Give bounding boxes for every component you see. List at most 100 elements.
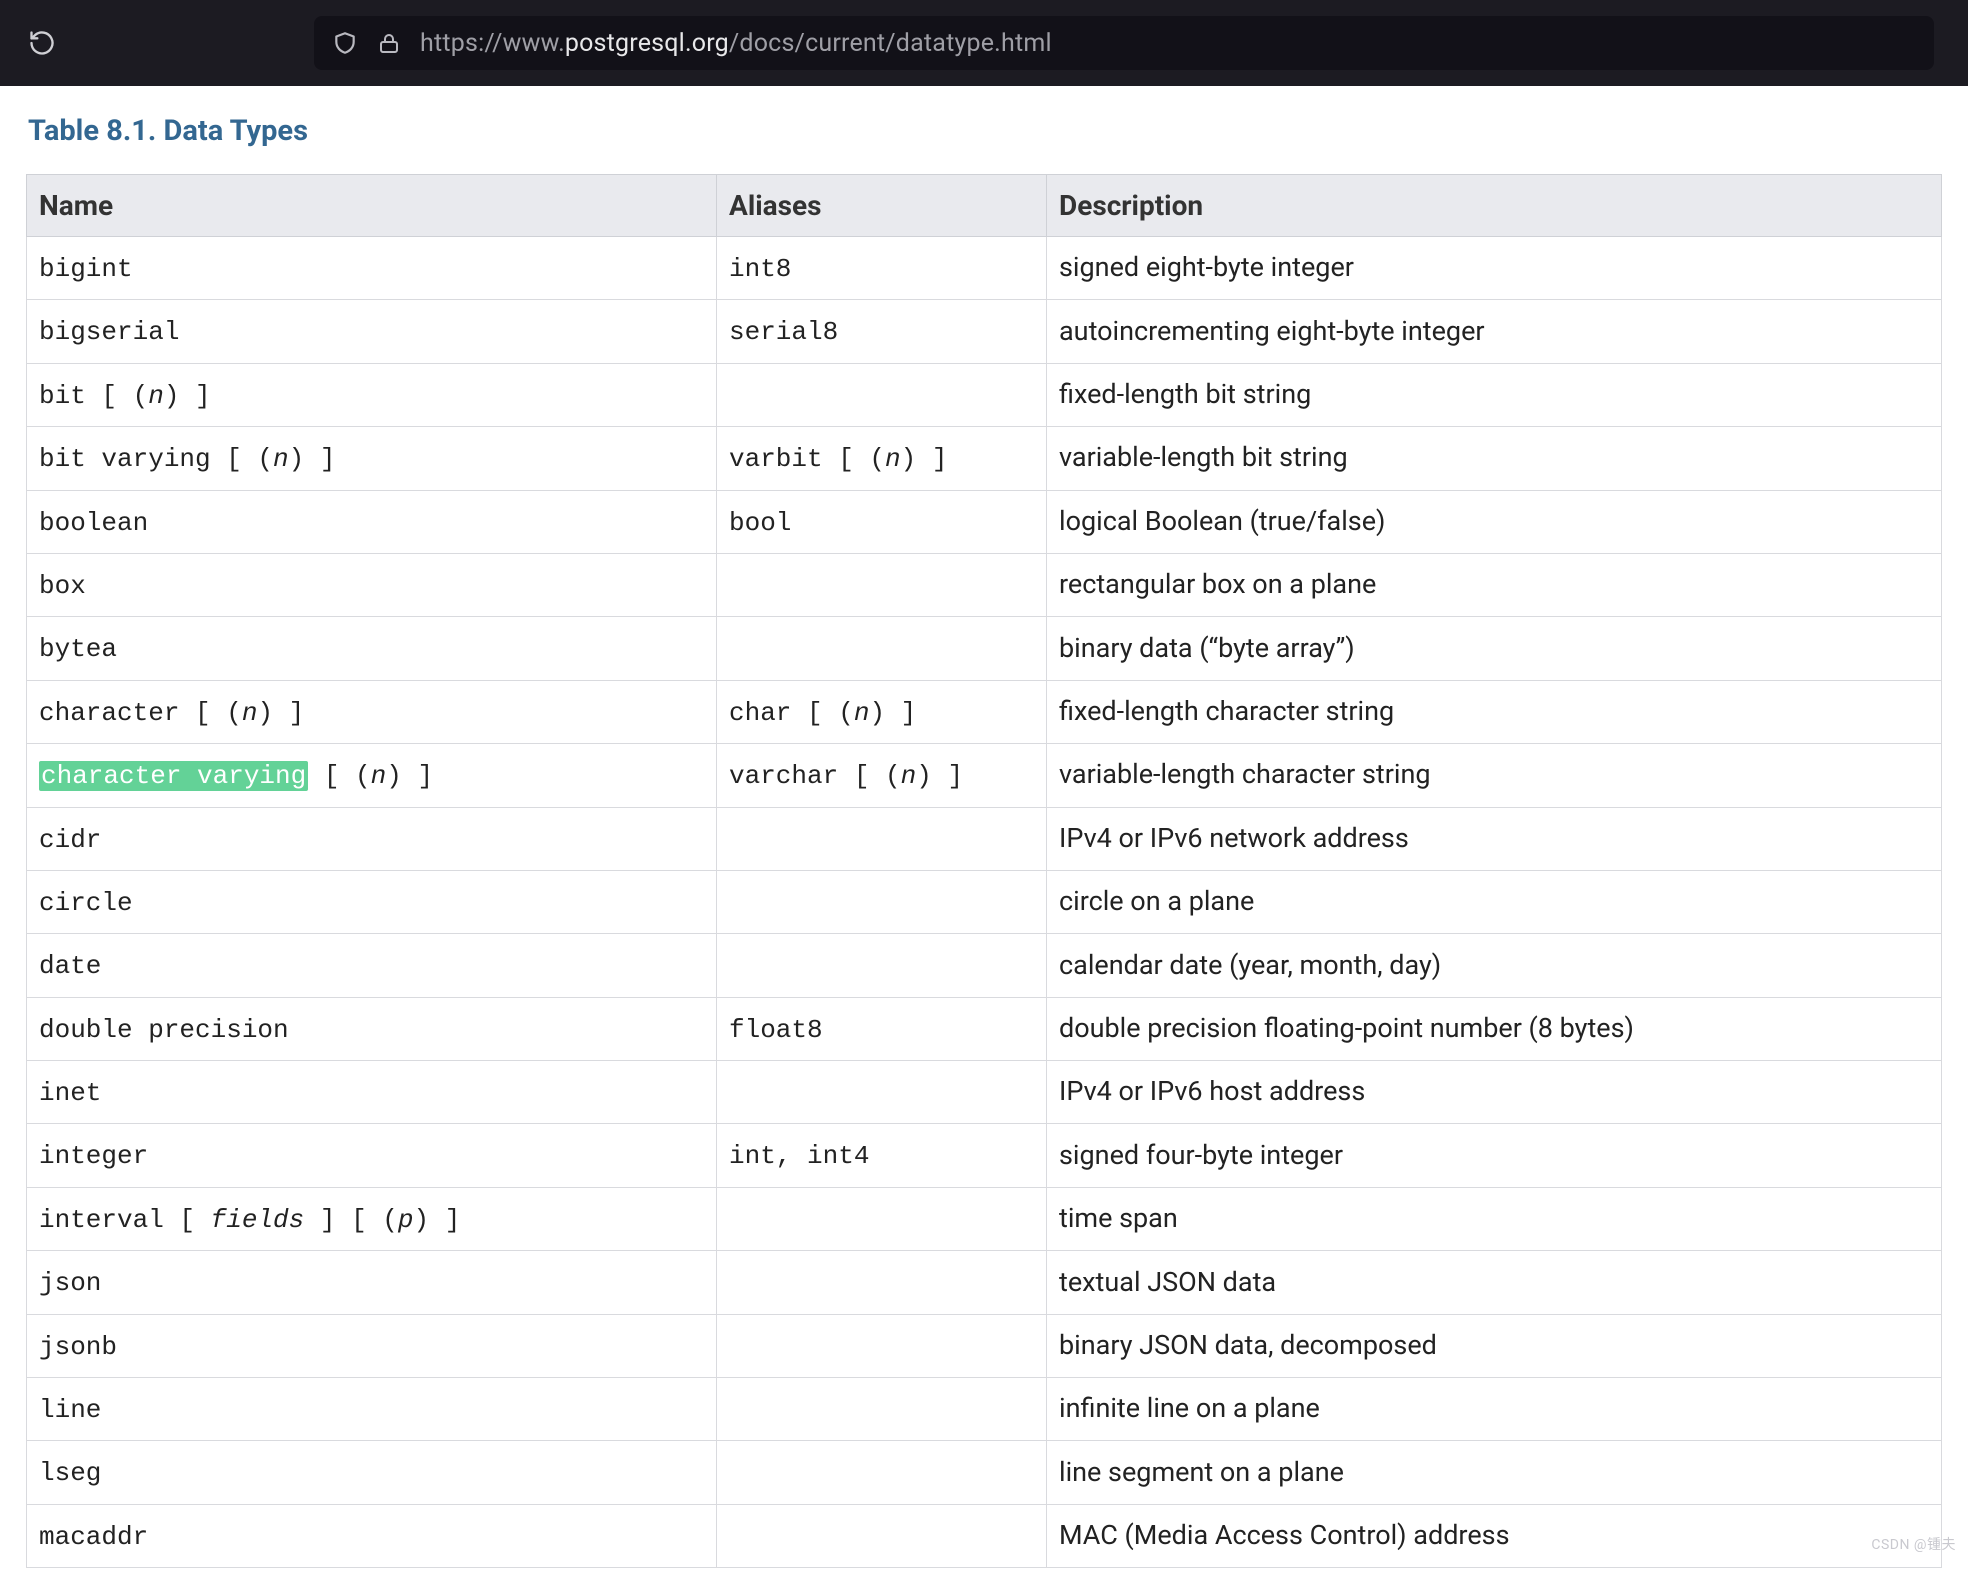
italic-param: n: [371, 761, 387, 791]
cell-alias: char [ (n) ]: [717, 680, 1047, 743]
code-text: varbit [ (: [729, 444, 885, 474]
cell-alias: [717, 1441, 1047, 1504]
code-text: ) ]: [289, 444, 336, 474]
cell-name: boolean: [27, 490, 717, 553]
type-name: date: [39, 951, 101, 981]
cell-name: character varying [ (n) ]: [27, 744, 717, 807]
code-text: bit [ (: [39, 381, 148, 411]
italic-param: n: [885, 444, 901, 474]
cell-name: bytea: [27, 617, 717, 680]
cell-name: date: [27, 934, 717, 997]
table-row: integerint, int4signed four-byte integer: [27, 1124, 1942, 1187]
code-text: bytea: [39, 634, 117, 664]
cell-name: lseg: [27, 1441, 717, 1504]
table-row: inetIPv4 or IPv6 host address: [27, 1061, 1942, 1124]
cell-alias: int8: [717, 237, 1047, 300]
cell-description: variable-length bit string: [1047, 427, 1942, 490]
code-text: json: [39, 1268, 101, 1298]
reload-button[interactable]: [24, 25, 60, 61]
table-row: double precisionfloat8double precision f…: [27, 997, 1942, 1060]
type-name: jsonb: [39, 1332, 117, 1362]
code-text: line: [39, 1395, 101, 1425]
type-name: character [ (n) ]: [39, 698, 304, 728]
code-text: ) ]: [386, 761, 433, 791]
cell-description: circle on a plane: [1047, 870, 1942, 933]
type-name: character varying [ (n) ]: [39, 761, 433, 791]
code-text: bool: [729, 508, 791, 538]
code-text: circle: [39, 888, 133, 918]
type-name: cidr: [39, 825, 101, 855]
table-header-row: Name Aliases Description: [27, 175, 1942, 237]
italic-param: n: [901, 761, 917, 791]
cell-alias: serial8: [717, 300, 1047, 363]
italic-param: n: [854, 698, 870, 728]
cell-alias: bool: [717, 490, 1047, 553]
table-row: lseg line segment on a plane: [27, 1441, 1942, 1504]
cell-description: fixed-length character string: [1047, 680, 1942, 743]
cell-description: MAC (Media Access Control) address: [1047, 1504, 1942, 1567]
th-aliases: Aliases: [717, 175, 1047, 237]
cell-alias: [717, 1061, 1047, 1124]
table-row: character varying [ (n) ] varchar [ (n) ]…: [27, 744, 1942, 807]
type-name: line: [39, 1395, 101, 1425]
shield-icon: [332, 30, 358, 56]
cell-description: autoincrementing eight-byte integer: [1047, 300, 1942, 363]
url-bar[interactable]: https://www.postgresql.org/docs/current/…: [314, 16, 1934, 70]
type-name: double precision: [39, 1015, 289, 1045]
cell-description: textual JSON data: [1047, 1251, 1942, 1314]
code-text: jsonb: [39, 1332, 117, 1362]
code-text: bigint: [39, 254, 133, 284]
cell-alias: [717, 870, 1047, 933]
table-body: bigint int8 signed eight-byte integer bigse…: [27, 237, 1942, 1568]
highlighted-text: character varying: [39, 761, 308, 791]
cell-name: bigint: [27, 237, 717, 300]
cell-description: time span: [1047, 1187, 1942, 1250]
page-content: Table 8.1. Data Types Name Aliases Descr…: [0, 86, 1968, 1588]
cell-description: binary data (“byte array”): [1047, 617, 1942, 680]
table-row: bigint int8 signed eight-byte integer: [27, 237, 1942, 300]
cell-description: signed four-byte integer: [1047, 1124, 1942, 1187]
cell-name: circle: [27, 870, 717, 933]
cell-alias: [717, 617, 1047, 680]
cell-description: line segment on a plane: [1047, 1441, 1942, 1504]
cell-name: bit [ (n) ]: [27, 363, 717, 426]
type-name: bigserial: [39, 317, 179, 347]
cell-name: jsonb: [27, 1314, 717, 1377]
code-text: char [ (: [729, 698, 854, 728]
code-text: character [ (: [39, 698, 242, 728]
cell-alias: float8: [717, 997, 1047, 1060]
type-name: bit varying [ (n) ]: [39, 444, 335, 474]
cell-description: IPv4 or IPv6 host address: [1047, 1061, 1942, 1124]
code-text: int8: [729, 254, 791, 284]
code-text: ) ]: [869, 698, 916, 728]
cell-name: character [ (n) ]: [27, 680, 717, 743]
url-text: https://www.postgresql.org/docs/current/…: [420, 29, 1052, 58]
url-domain: postgresql.org: [565, 29, 729, 58]
cell-alias: [717, 934, 1047, 997]
type-alias: serial8: [729, 317, 838, 347]
code-text: bit varying [ (: [39, 444, 273, 474]
cell-alias: [717, 1378, 1047, 1441]
type-name: bigint: [39, 254, 133, 284]
cell-alias: varchar [ (n) ]: [717, 744, 1047, 807]
table-row: interval [ fields ] [ (p) ]time span: [27, 1187, 1942, 1250]
code-text: ] [ (: [304, 1205, 398, 1235]
type-name: integer: [39, 1141, 148, 1171]
th-name: Name: [27, 175, 717, 237]
code-text: ) ]: [414, 1205, 461, 1235]
type-alias: int8: [729, 254, 791, 284]
type-alias: bool: [729, 508, 791, 538]
table-row: jsonbbinary JSON data, decomposed: [27, 1314, 1942, 1377]
cell-name: macaddr: [27, 1504, 717, 1567]
type-name: macaddr: [39, 1522, 148, 1552]
table-row: lineinfinite line on a plane: [27, 1378, 1942, 1441]
code-text: ) ]: [164, 381, 211, 411]
cell-name: box: [27, 553, 717, 616]
type-name: box: [39, 571, 86, 601]
type-alias: varbit [ (n) ]: [729, 444, 947, 474]
cell-description: signed eight-byte integer: [1047, 237, 1942, 300]
table-row: cidrIPv4 or IPv6 network address: [27, 807, 1942, 870]
italic-param: n: [273, 444, 289, 474]
cell-name: cidr: [27, 807, 717, 870]
cell-alias: [717, 553, 1047, 616]
